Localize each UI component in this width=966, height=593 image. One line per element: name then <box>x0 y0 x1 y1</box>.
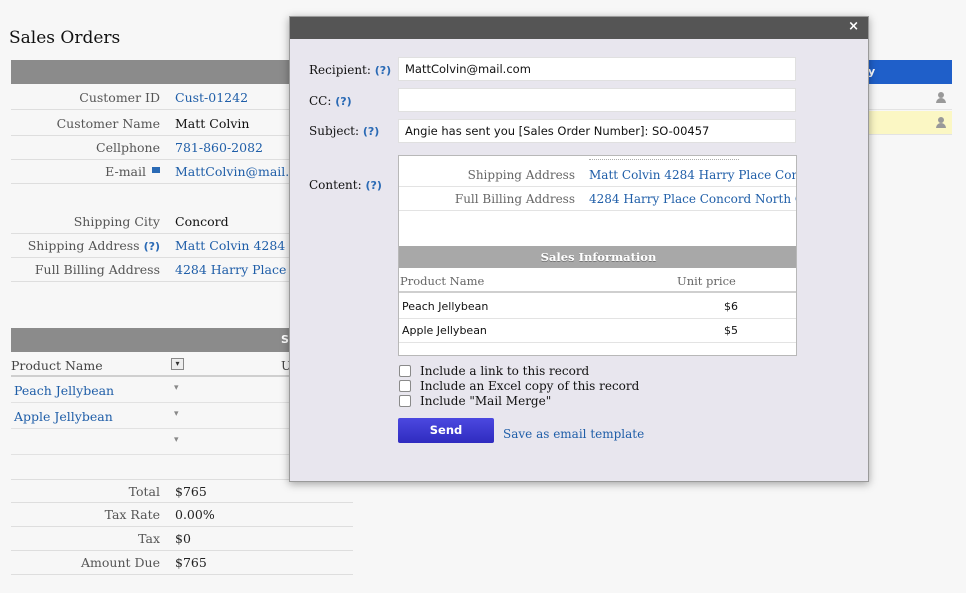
total-label: Total <box>128 483 160 499</box>
close-icon[interactable]: × <box>848 19 859 34</box>
mail-icon[interactable] <box>152 167 160 173</box>
dialog-titlebar[interactable]: × <box>290 17 868 39</box>
send-button[interactable]: Send <box>398 418 494 443</box>
help-icon[interactable]: (?) <box>365 179 381 192</box>
preview-product-row: Apple Jellybean $5 <box>399 319 796 343</box>
include-excel-checkbox[interactable]: Include an Excel copy of this record <box>399 379 639 393</box>
right-panel-header: y <box>860 60 952 84</box>
field-label: Full Billing Address <box>34 262 160 277</box>
shipping-address-label: Shipping Address <box>27 238 140 253</box>
preview-product-name: Peach Jellybean <box>402 300 489 313</box>
preview-product-price: $6 <box>724 300 738 313</box>
preview-product-column: Product Name <box>400 274 485 288</box>
field-label: Shipping Address (?) <box>11 238 175 253</box>
include-mail-merge-checkbox[interactable]: Include "Mail Merge" <box>399 394 551 408</box>
preview-product-price: $5 <box>724 324 738 337</box>
chevron-down-icon[interactable]: ▾ <box>174 383 179 393</box>
amount-due-value: $765 <box>175 555 207 570</box>
include-link-checkbox[interactable]: Include a link to this record <box>399 364 589 378</box>
products-section-title: S <box>281 333 289 346</box>
user-icon <box>936 117 946 128</box>
cc-input[interactable] <box>398 88 796 112</box>
checkbox-label: Include an Excel copy of this record <box>420 379 640 393</box>
checkbox-label: Include a link to this record <box>420 364 590 378</box>
tax-rate-row: Tax Rate 0.00% <box>11 503 353 527</box>
tax-label: Tax <box>138 531 160 546</box>
cc-label: CC: (?) <box>309 94 352 108</box>
chevron-down-icon[interactable]: ▾ <box>174 435 179 445</box>
chevron-down-icon[interactable]: ▾ <box>174 409 179 419</box>
tax-rate-value: 0.00% <box>175 507 215 522</box>
preview-column-header: Product Name Unit price <box>399 269 796 293</box>
clipped-row-edge <box>589 156 739 160</box>
total-value: $765 <box>175 483 207 499</box>
email-label: E-mail <box>105 164 146 179</box>
customer-section-header <box>11 60 311 84</box>
help-icon[interactable]: (?) <box>335 95 351 108</box>
preview-product-name: Apple Jellybean <box>402 324 487 337</box>
product-name-column: Product Name <box>11 358 103 373</box>
preview-section-header: Sales Information <box>399 246 796 268</box>
content-editor[interactable]: Shipping Address Matt Colvin 4284 Harry … <box>398 155 797 356</box>
preview-row: Full Billing Address 4284 Harry Place Co… <box>399 187 796 211</box>
checkbox[interactable] <box>399 365 411 377</box>
save-template-link[interactable]: Save as email template <box>503 427 644 441</box>
column-menu-button[interactable]: ▾ <box>171 358 184 370</box>
checkbox[interactable] <box>399 380 411 392</box>
preview-row: Shipping Address Matt Colvin 4284 Harry … <box>399 163 797 187</box>
tax-row: Tax $0 <box>11 527 353 551</box>
field-label: Shipping City <box>73 214 160 229</box>
preview-label: Full Billing Address <box>454 191 575 206</box>
field-label: Cellphone <box>96 140 160 155</box>
tax-rate-label: Tax Rate <box>104 507 160 522</box>
list-item[interactable] <box>860 86 952 110</box>
product-link[interactable]: Peach Jellybean <box>14 383 114 398</box>
preview-value: Matt Colvin 4284 Harry Place Concord N <box>589 167 797 182</box>
field-label: Customer ID <box>79 90 160 105</box>
help-icon[interactable]: (?) <box>375 64 391 77</box>
user-icon <box>936 92 946 103</box>
content-label: Content: (?) <box>309 178 382 192</box>
products-section-header: S <box>11 328 291 352</box>
recipient-label: Recipient: (?) <box>309 63 392 77</box>
email-dialog: × Recipient: (?) MattColvin@mail.com CC:… <box>289 16 869 482</box>
preview-price-column: Unit price <box>677 274 736 288</box>
preview-label: Shipping Address <box>467 167 575 182</box>
subject-label: Subject: (?) <box>309 124 380 138</box>
preview-product-row: Peach Jellybean $6 <box>399 295 796 319</box>
checkbox-label: Include "Mail Merge" <box>420 394 552 408</box>
help-icon[interactable]: (?) <box>144 240 160 253</box>
subject-input[interactable]: Angie has sent you [Sales Order Number]:… <box>398 119 796 143</box>
preview-value: 4284 Harry Place Concord North Carolin <box>589 191 796 206</box>
tax-value: $0 <box>175 531 191 546</box>
list-item[interactable] <box>860 111 952 135</box>
product-link[interactable]: Apple Jellybean <box>14 409 113 424</box>
checkbox[interactable] <box>399 395 411 407</box>
field-label: Customer Name <box>56 116 160 131</box>
field-label: E-mail <box>11 164 175 179</box>
amount-due-label: Amount Due <box>81 555 160 570</box>
page-title: Sales Orders <box>9 28 121 48</box>
amount-due-row: Amount Due $765 <box>11 551 353 575</box>
help-icon[interactable]: (?) <box>363 125 379 138</box>
recipient-input[interactable]: MattColvin@mail.com <box>398 57 796 81</box>
total-row: Total $765 <box>11 479 353 503</box>
